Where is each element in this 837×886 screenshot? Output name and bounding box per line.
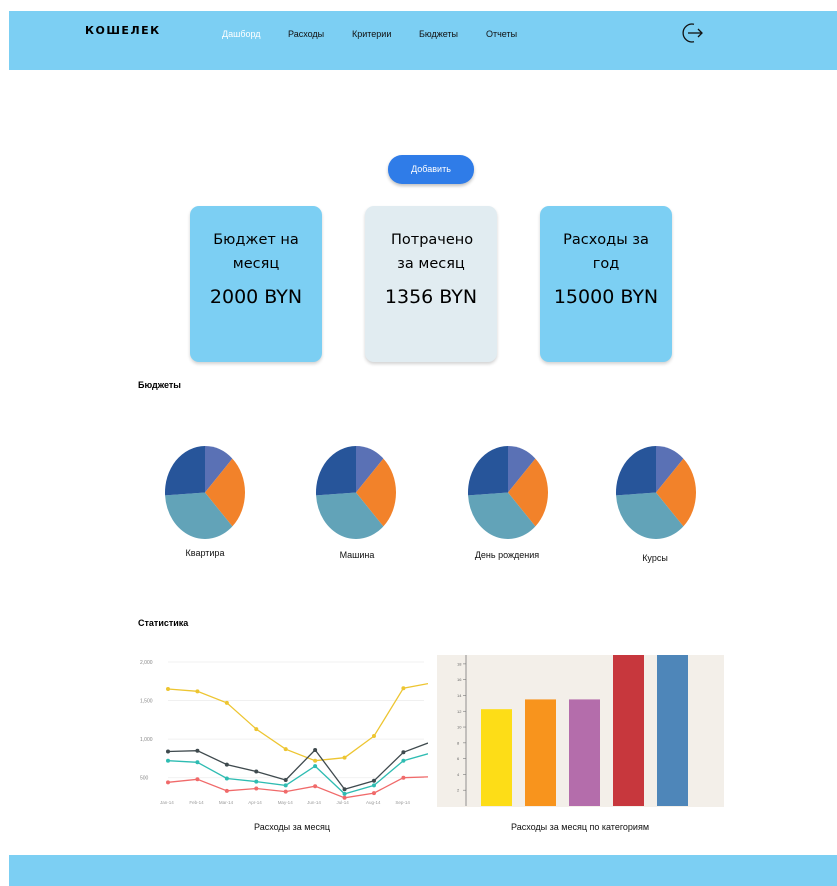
- data-point: [224, 762, 229, 767]
- data-point: [195, 777, 200, 782]
- data-point: [342, 787, 347, 792]
- data-point: [401, 750, 406, 755]
- data-point: [371, 778, 376, 783]
- data-point: [166, 780, 170, 785]
- y-tick-label: 1,000: [140, 737, 153, 743]
- data-point: [371, 791, 376, 796]
- pie-label: Машина: [339, 550, 375, 560]
- data-point: [224, 788, 229, 793]
- x-tick-label: Apr-14: [248, 800, 262, 805]
- card-yearly-expenses: Расходы за год 15000 BYN: [540, 206, 672, 362]
- card-title: Бюджет на месяц: [213, 232, 299, 272]
- line-chart-caption: Расходы за месяц: [254, 822, 330, 832]
- data-point: [313, 747, 318, 752]
- bar-chart-expenses-by-category[interactable]: 18161412108642: [437, 655, 724, 807]
- nav-criteria[interactable]: Критерии: [352, 29, 391, 39]
- card-monthly-spent: Потрачено за месяц 1356 BYN: [365, 206, 497, 362]
- data-point: [224, 700, 229, 705]
- pie-slice: [616, 446, 656, 496]
- card-value: 2000 BYN: [209, 286, 303, 308]
- x-tick-label: Sep-14: [395, 800, 410, 805]
- nav-dashboard[interactable]: Дашборд: [222, 29, 261, 39]
- footer-bar: [9, 855, 837, 886]
- pie-label: Квартира: [185, 548, 225, 558]
- header-bar: [9, 11, 837, 70]
- y-tick-label: 10: [457, 725, 462, 730]
- data-point: [224, 776, 229, 781]
- x-tick-label: May-14: [278, 800, 294, 805]
- data-point: [254, 779, 259, 784]
- nav-expenses[interactable]: Расходы: [288, 29, 324, 39]
- bar: [613, 655, 644, 806]
- data-point: [313, 784, 318, 789]
- data-point: [401, 686, 406, 691]
- y-tick-label: 14: [457, 693, 462, 698]
- bar: [569, 699, 600, 806]
- data-point: [166, 749, 170, 754]
- pie-chart-den-rozhdeniya[interactable]: [468, 446, 548, 539]
- y-tick-label: 12: [457, 709, 462, 714]
- y-tick-label: 18: [457, 661, 462, 666]
- x-tick-label: Aug-14: [366, 800, 381, 805]
- card-value: 15000 BYN: [553, 286, 659, 308]
- card-title: Потрачено за месяц: [391, 232, 474, 272]
- x-tick-label: Mar-14: [219, 800, 234, 805]
- y-tick-label: 16: [457, 677, 462, 682]
- data-point: [195, 760, 200, 765]
- data-point: [195, 689, 200, 694]
- pie-slice: [165, 446, 205, 496]
- data-point: [342, 791, 347, 796]
- budgets-heading: Бюджеты: [138, 380, 181, 390]
- data-point: [313, 764, 318, 769]
- line-series: [167, 753, 428, 795]
- data-point: [283, 789, 288, 794]
- data-point: [254, 769, 259, 774]
- data-point: [313, 758, 318, 763]
- bar-chart-caption: Расходы за месяц по категориям: [510, 822, 650, 832]
- line-series: [167, 776, 428, 799]
- pie-label: Курсы: [642, 553, 668, 563]
- data-point: [371, 783, 376, 788]
- x-tick-label: Jan-14: [160, 800, 174, 805]
- nav-budgets[interactable]: Бюджеты: [419, 29, 458, 39]
- card-title: Расходы за год: [563, 232, 649, 272]
- line-series: [167, 682, 428, 762]
- data-point: [371, 734, 376, 739]
- stats-heading: Статистика: [138, 618, 189, 628]
- pie-chart-kursy[interactable]: [616, 446, 696, 539]
- data-point: [342, 795, 347, 800]
- data-point: [283, 747, 288, 752]
- y-tick-label: 2,000: [140, 660, 153, 666]
- logout-icon[interactable]: [680, 21, 704, 45]
- x-tick-label: Jul-14: [337, 800, 350, 805]
- y-tick-label: 1,500: [140, 699, 153, 705]
- pie-slice: [316, 446, 356, 496]
- add-button[interactable]: Добавить: [388, 155, 474, 184]
- pie-chart-kvartira[interactable]: [165, 446, 245, 539]
- line-chart-monthly-expenses[interactable]: 2,000 1,500 1,000 500 Jan-14 Feb-14 Mar-14 Apr-…: [138, 652, 428, 812]
- x-tick-label: Jun-14: [307, 800, 321, 805]
- pie-slice: [468, 446, 508, 496]
- x-tick-label: Feb-14: [189, 800, 204, 805]
- data-point: [401, 775, 406, 780]
- data-point: [283, 783, 288, 788]
- data-point: [166, 687, 170, 691]
- card-monthly-budget: Бюджет на месяц 2000 BYN: [190, 206, 322, 362]
- data-point: [401, 758, 406, 763]
- data-point: [195, 748, 200, 753]
- data-point: [283, 778, 288, 783]
- data-point: [166, 758, 170, 763]
- data-point: [254, 786, 259, 791]
- nav-reports[interactable]: Отчеты: [486, 29, 517, 39]
- data-point: [254, 727, 259, 732]
- bar: [657, 655, 688, 806]
- pie-label: День рождения: [474, 550, 540, 560]
- bar: [525, 699, 556, 806]
- bar: [481, 709, 512, 806]
- app-logo[interactable]: КОШЕЛЕК: [85, 24, 161, 37]
- y-tick-label: 500: [140, 776, 149, 782]
- pie-chart-mashina[interactable]: [316, 446, 396, 539]
- card-value: 1356 BYN: [384, 286, 478, 308]
- data-point: [342, 755, 347, 760]
